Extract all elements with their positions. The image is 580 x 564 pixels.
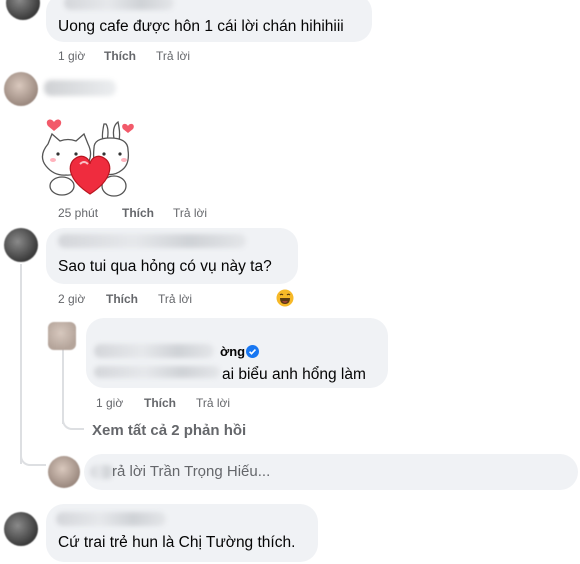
blurred-text — [94, 366, 220, 378]
comment-bubble — [46, 504, 318, 562]
reply-time[interactable]: 1 giờ — [96, 396, 123, 410]
comment-text: Uong cafe được hôn 1 cái lời chán hihihi… — [58, 18, 344, 35]
like-button[interactable]: Thích — [104, 49, 136, 63]
comment-time[interactable]: 25 phút — [58, 206, 98, 220]
avatar[interactable] — [4, 512, 38, 546]
reply-button[interactable]: Trả lời — [158, 292, 192, 306]
blurred-author-name — [64, 0, 174, 10]
verified-badge-icon — [246, 345, 259, 358]
reply-text: ai biểu anh hổng làm — [222, 366, 366, 383]
view-all-replies-link[interactable]: Xem tất cả 2 phản hồi — [92, 422, 246, 439]
like-button[interactable]: Thích — [106, 292, 138, 306]
blurred-author-name — [56, 512, 166, 526]
laughing-emoji-icon — [276, 289, 294, 307]
reply-button[interactable]: Trả lời — [173, 206, 207, 220]
current-user-avatar — [48, 456, 80, 488]
comment-time[interactable]: 1 giờ — [58, 49, 85, 63]
reply-button[interactable]: Trả lời — [156, 49, 190, 63]
blurred-author-name — [44, 80, 116, 96]
like-button[interactable]: Thích — [144, 396, 176, 410]
reply-button[interactable]: Trả lời — [196, 396, 230, 410]
comment-time[interactable]: 2 giờ — [58, 292, 85, 306]
avatar[interactable] — [4, 228, 38, 262]
avatar[interactable] — [48, 322, 76, 350]
reply-author[interactable]: ờng — [220, 344, 245, 359]
reply-input-placeholder: rả lời Trần Trọng Hiếu... — [112, 463, 271, 480]
blurred-author-name — [58, 234, 246, 248]
reply-connector — [20, 444, 46, 466]
reply-connector — [62, 414, 84, 430]
like-button[interactable]: Thích — [122, 206, 154, 220]
blurred-input-prefix — [90, 465, 114, 479]
cat-bunny-heart-sticker[interactable] — [40, 112, 140, 202]
comment-text: Cứ trai trẻ hun là Chị Tường thích. — [58, 534, 296, 551]
avatar[interactable] — [6, 0, 40, 20]
thread-line — [62, 340, 64, 424]
blurred-author-name — [94, 344, 214, 358]
comment-text: Sao tui qua hỏng có vụ này ta? — [58, 258, 272, 275]
reply-input[interactable]: rả lời Trần Trọng Hiếu... — [84, 454, 578, 490]
thread-line — [20, 264, 22, 464]
avatar[interactable] — [4, 72, 38, 106]
